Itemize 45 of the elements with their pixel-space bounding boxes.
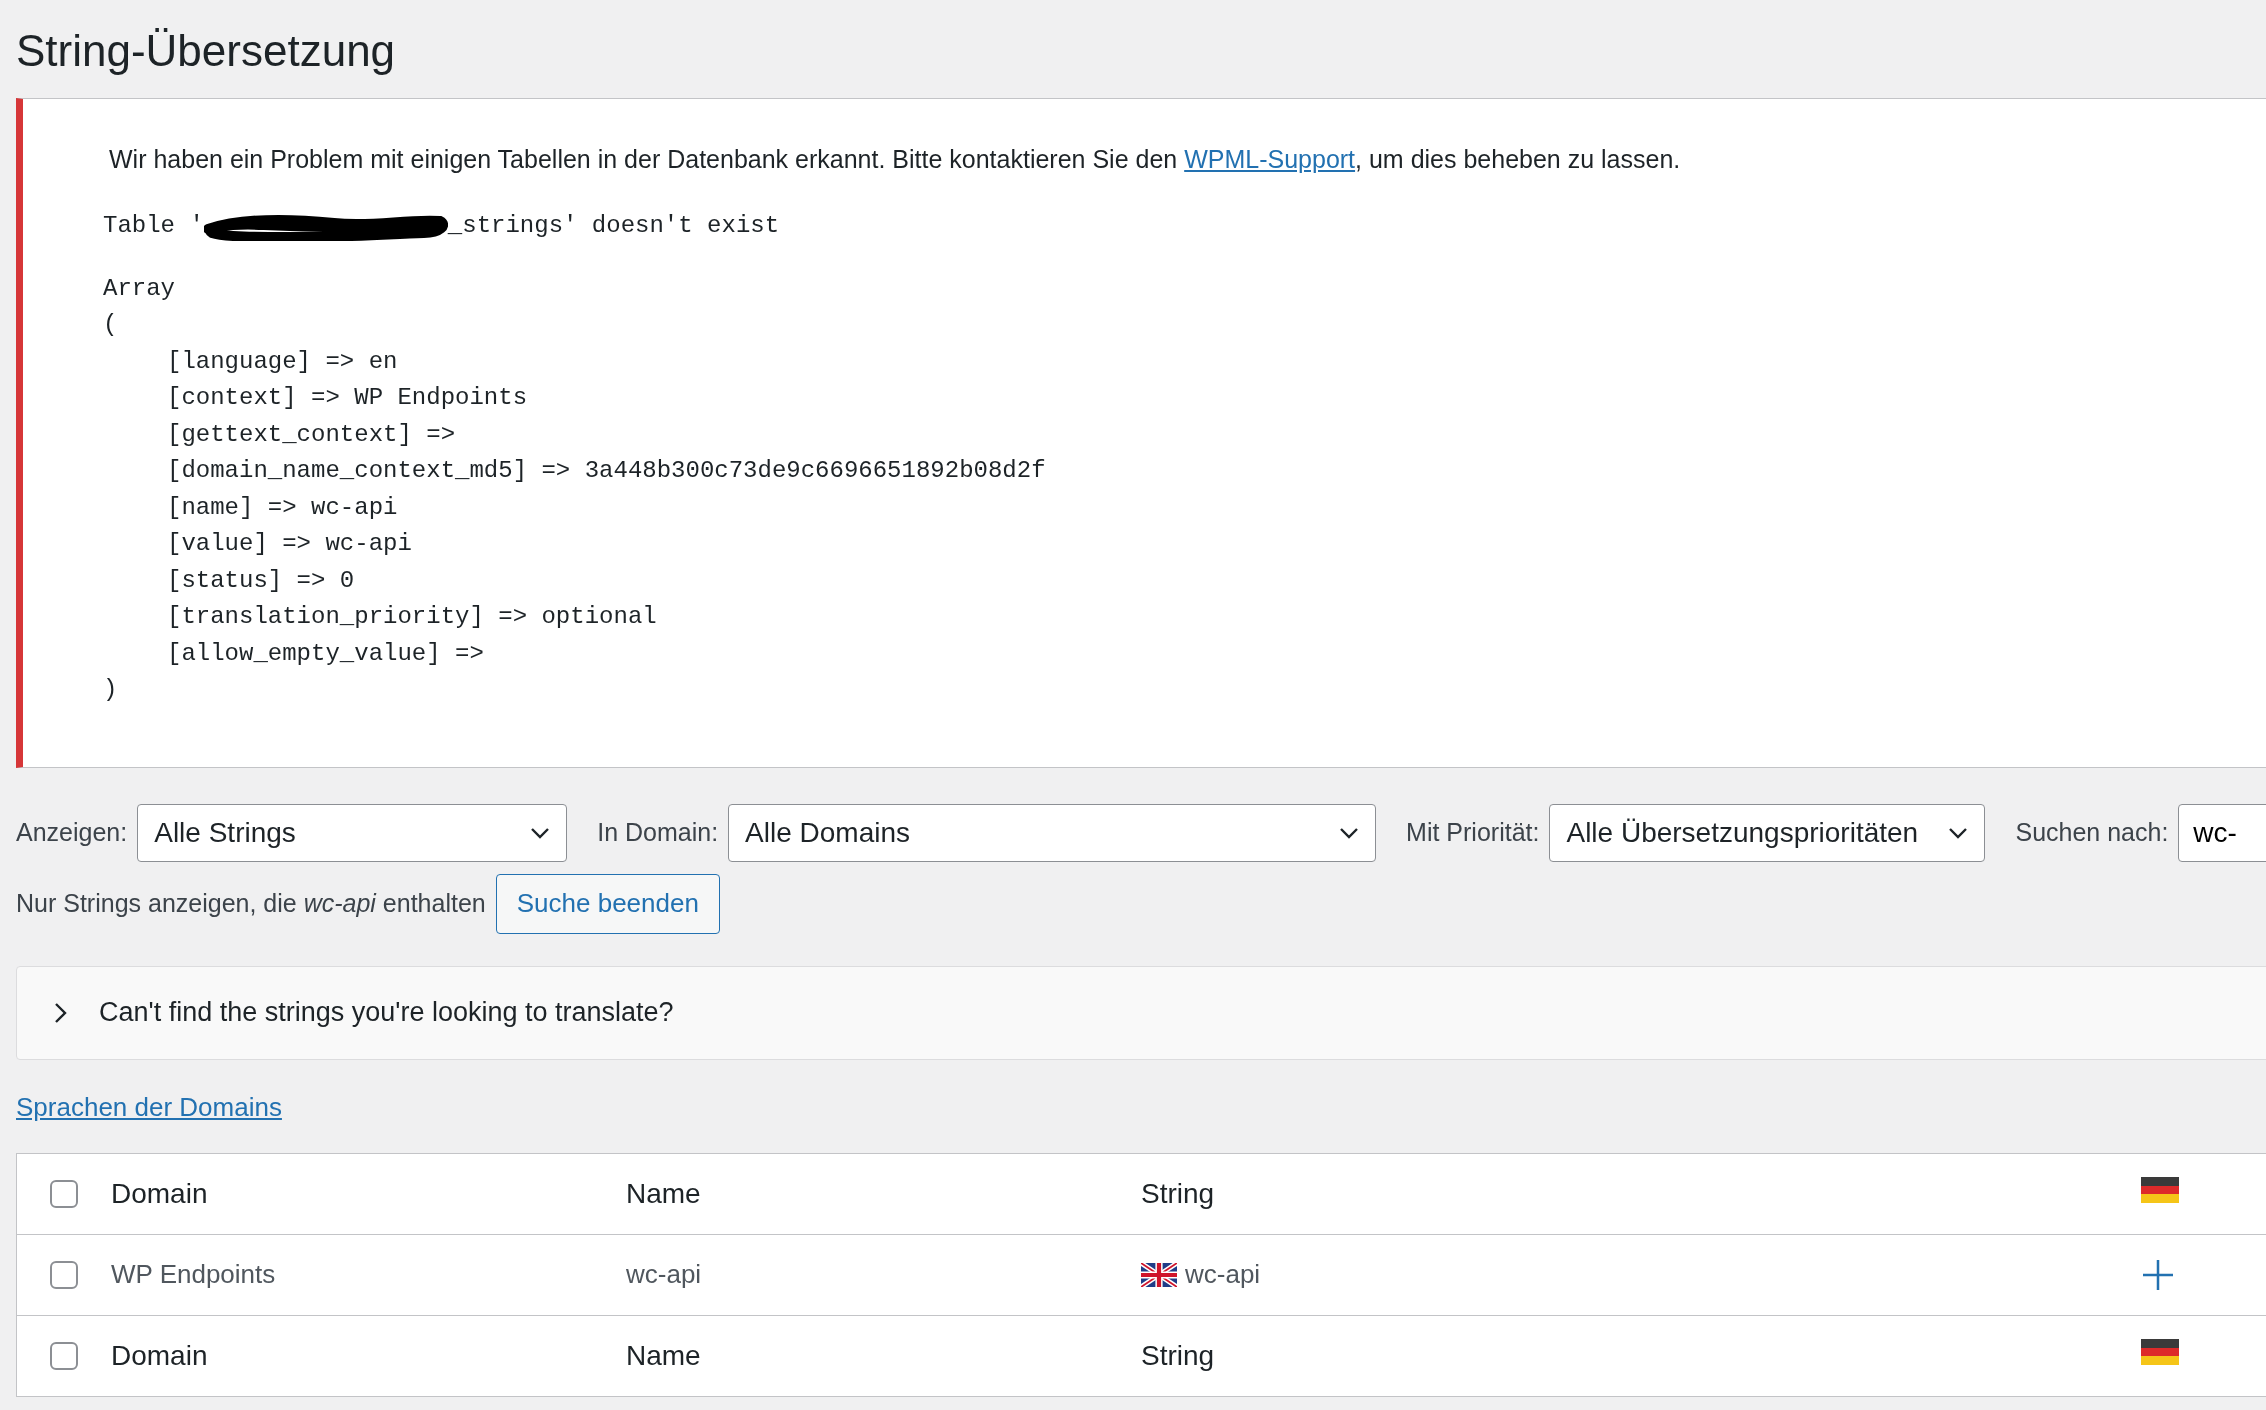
stop-search-button[interactable]: Suche beenden (495, 873, 720, 934)
checkbox[interactable] (50, 1179, 78, 1208)
table-cell-text: WP Endpoints (111, 1259, 277, 1290)
code-line: [status] => 0 (167, 565, 355, 596)
code-line: [context] => WP Endpoints (167, 383, 528, 413)
column-header[interactable]: Name (626, 1339, 1141, 1372)
help-toggle[interactable]: Can't find the strings you're looking to translate? (16, 965, 2266, 1060)
filter-label: Anzeigen: (16, 818, 128, 847)
search-field[interactable]: wc- (2178, 803, 2266, 862)
code-line: [translation_priority] => optional (167, 602, 657, 632)
checkbox[interactable] (50, 1260, 78, 1289)
code-line: Array (103, 273, 175, 304)
filter-select[interactable]: Alle Übersetzungsprioritäten (1549, 803, 1986, 862)
notice-message: Wir haben ein Problem mit einigen Tabellen in der Datenbank erkannt. Bitte kontaktieren Sie den WPML-Support, um dies beheben zu lassen. (109, 145, 1682, 174)
table-cell-text: wc-api (626, 1259, 703, 1290)
domain-languages-link[interactable]: Sprachen der Domains (16, 1091, 282, 1123)
table-cell: wc-api (1185, 1259, 1261, 1290)
filter-select[interactable]: Alle Strings (137, 803, 568, 862)
flag-icon (1141, 1262, 1177, 1287)
filter-label: Suchen nach: (2015, 818, 2169, 847)
code-line: ) (103, 675, 118, 705)
filter-label: Mit Priorität: (1406, 818, 1540, 847)
code-line: [gettext_context] => (167, 419, 456, 450)
checkbox[interactable] (50, 1341, 78, 1370)
filter-select[interactable]: Alle Domains (728, 803, 1377, 862)
code-line: [allow_empty_value] => (167, 638, 484, 669)
column-header[interactable]: Domain (111, 1339, 626, 1372)
code-line: [name] => wc-api (167, 492, 398, 523)
filter-label: In Domain: (597, 818, 719, 847)
support-link[interactable]: WPML-Support (1184, 145, 1356, 173)
column-header[interactable]: Name (626, 1177, 1141, 1210)
column-header[interactable]: String (1141, 1177, 2141, 1210)
column-header[interactable]: String (1141, 1339, 2141, 1372)
error-text: _strings' doesn't exist (447, 211, 780, 241)
code-line: [domain_name_context_md5] => 3a448b300c73de9c6696651892b08d2f (167, 456, 1046, 486)
code-line: [language] => en (167, 346, 398, 377)
error-text: Table ' (103, 211, 204, 241)
flag-icon (2141, 1339, 2179, 1365)
code-line: [value] => wc-api (167, 529, 412, 559)
page-title: String-Übersetzung (16, 26, 397, 76)
add-icon[interactable] (2141, 1257, 2175, 1292)
search-info: Nur Strings anzeigen, die wc-api enthalten (16, 889, 486, 918)
code-line: ( (103, 310, 118, 340)
column-header[interactable]: Domain (111, 1177, 626, 1210)
flag-icon (2141, 1177, 2179, 1203)
